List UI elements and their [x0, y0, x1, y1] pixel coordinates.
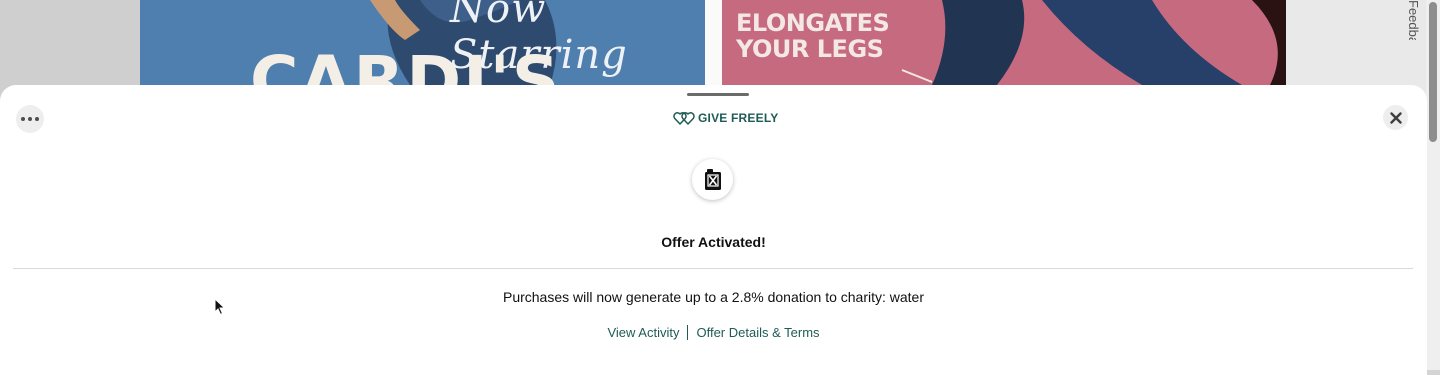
- offer-links: View Activity Offer Details & Terms: [0, 325, 1427, 340]
- more-dot: [28, 117, 32, 121]
- link-separator: [687, 325, 689, 340]
- more-dot: [35, 117, 39, 121]
- promo-gap: [705, 0, 722, 85]
- sheet-drag-handle[interactable]: [687, 93, 749, 96]
- promo-banner-right[interactable]: ELONGATES YOUR LEGS: [722, 0, 1286, 85]
- brand-logo: GIVE FREELY: [673, 110, 778, 126]
- divider: [13, 268, 1413, 269]
- promo-legs-image: [901, 0, 1286, 85]
- jerrycan-icon: [704, 168, 721, 190]
- offer-details-link[interactable]: Offer Details & Terms: [696, 325, 819, 340]
- offer-activated-sheet: GIVE FREELY Offer Activated! Purchases w…: [0, 85, 1427, 375]
- more-options-button[interactable]: [16, 105, 44, 133]
- hearts-icon: [673, 112, 695, 125]
- promo-banner-left[interactable]: Now Starring CARDI'S: [140, 0, 705, 85]
- offer-title: Offer Activated!: [661, 234, 766, 250]
- promo-left-headline: CARDI'S: [250, 42, 562, 85]
- mouse-cursor-icon: [214, 298, 226, 316]
- more-horizontal-icon: [21, 117, 25, 121]
- charity-logo: [692, 159, 733, 200]
- brand-label: GIVE FREELY: [698, 111, 779, 125]
- page-scrollbar[interactable]: [1426, 0, 1440, 370]
- view-activity-link[interactable]: View Activity: [607, 325, 679, 340]
- close-button[interactable]: [1383, 105, 1408, 130]
- close-icon: [1389, 111, 1402, 124]
- scrollbar-thumb[interactable]: [1429, 2, 1437, 142]
- feedback-tab[interactable]: Feedback: [1403, 0, 1423, 40]
- promo-right-headline: ELONGATES YOUR LEGS: [736, 9, 890, 63]
